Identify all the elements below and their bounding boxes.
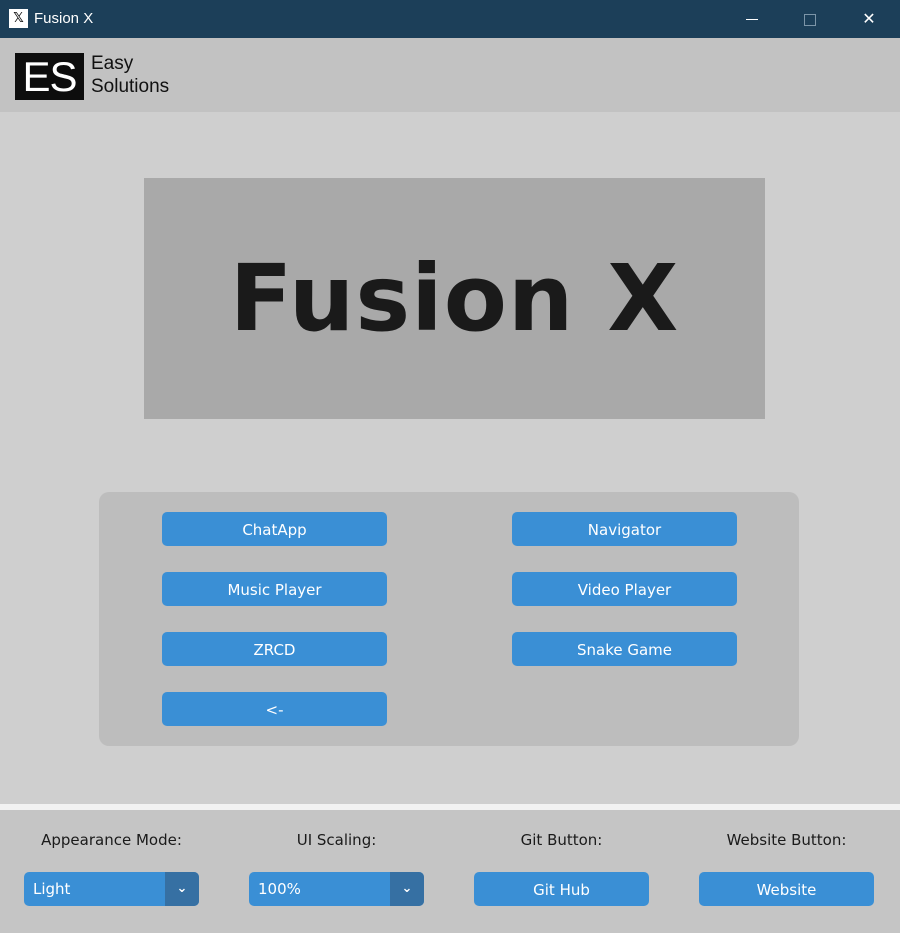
website-button-label: Website Button: xyxy=(726,831,847,849)
header: ES Easy Solutions xyxy=(0,38,900,112)
logo-line-1: Easy xyxy=(91,53,134,74)
banner: Fusion X xyxy=(144,178,765,419)
chevron-down-icon[interactable]: ⌄ xyxy=(165,872,199,906)
appearance-mode-select[interactable]: Light ⌄ xyxy=(24,872,199,906)
apps-panel: ChatApp Navigator Music Player Video Pla… xyxy=(99,492,799,746)
chatapp-button[interactable]: ChatApp xyxy=(162,512,387,546)
appearance-mode-value: Light xyxy=(33,880,71,898)
title-bar[interactable]: 𝕏 Fusion X ✕ xyxy=(0,0,900,38)
minimize-button[interactable] xyxy=(723,0,781,38)
window-title: Fusion X xyxy=(34,10,94,27)
maximize-icon xyxy=(804,13,816,26)
settings-bar: Appearance Mode: Light ⌄ UI Scaling: 100… xyxy=(0,810,900,933)
close-button[interactable]: ✕ xyxy=(840,0,898,38)
appearance-mode-label: Appearance Mode: xyxy=(41,831,182,849)
ui-scaling-label: UI Scaling: xyxy=(296,831,377,849)
zrcd-button[interactable]: ZRCD xyxy=(162,632,387,666)
navigator-button[interactable]: Navigator xyxy=(512,512,737,546)
logo-line-2: Solutions xyxy=(91,76,170,97)
logo-text: Easy Solutions xyxy=(91,52,169,98)
music-player-button[interactable]: Music Player xyxy=(162,572,387,606)
back-button[interactable]: <- xyxy=(162,692,387,726)
chevron-down-icon[interactable]: ⌄ xyxy=(390,872,424,906)
snake-game-button[interactable]: Snake Game xyxy=(512,632,737,666)
video-player-button[interactable]: Video Player xyxy=(512,572,737,606)
maximize-button[interactable] xyxy=(781,0,839,38)
ui-scaling-select[interactable]: 100% ⌄ xyxy=(249,872,424,906)
close-icon: ✕ xyxy=(862,9,876,28)
git-button-label: Git Button: xyxy=(520,831,603,849)
git-hub-button[interactable]: Git Hub xyxy=(474,872,649,906)
app-icon: 𝕏 xyxy=(9,9,28,28)
website-button[interactable]: Website xyxy=(699,872,874,906)
logo-mark: ES xyxy=(15,53,84,100)
minimize-icon xyxy=(746,19,758,20)
ui-scaling-value: 100% xyxy=(258,880,301,898)
banner-title: Fusion X xyxy=(229,245,680,352)
